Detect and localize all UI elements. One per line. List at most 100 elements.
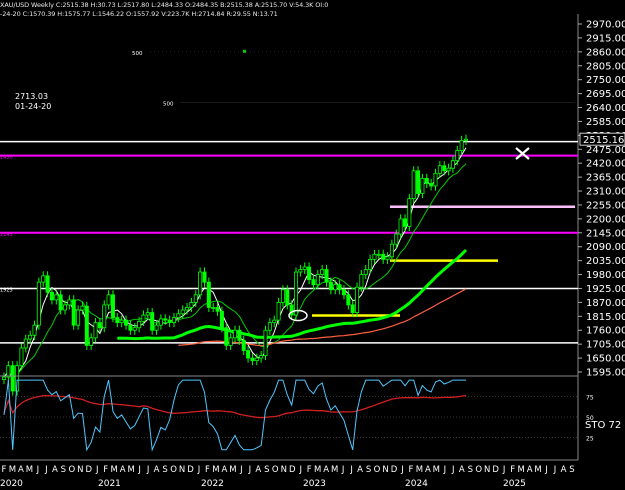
candle-body (324, 269, 329, 283)
candle-body (224, 327, 229, 346)
box-size-label: 500 (163, 101, 174, 107)
price-tick-label: 1815.00 (586, 312, 625, 323)
price-tick-label: 1980.00 (586, 270, 625, 281)
candle-body (141, 314, 146, 322)
time-month-label: F (2, 465, 7, 475)
time-month-label: J (298, 465, 302, 475)
price-tick-label: 2695.00 (586, 89, 625, 100)
candle-body (394, 233, 399, 245)
time-month-label: A (357, 465, 363, 475)
time-month-label: O (272, 465, 279, 475)
time-month-label: M (127, 465, 134, 475)
candle-body (189, 301, 194, 308)
price-tick-label: 2970.00 (586, 20, 625, 31)
price-tick-label: 1925.00 (586, 284, 625, 295)
price-tick-label: 2475.00 (586, 145, 625, 156)
time-month-label: M (212, 465, 219, 475)
candle-body (84, 305, 89, 346)
candle-body (355, 286, 360, 313)
horizontal-level-label: 1925 (0, 287, 13, 293)
candle-body (346, 294, 351, 306)
candle-body (23, 338, 28, 349)
price-tick-label: 2805.00 (586, 61, 625, 72)
candle-body (433, 172, 438, 187)
candle-body (54, 294, 59, 301)
price-tick-label: 2200.00 (586, 214, 625, 225)
candle-body (241, 339, 246, 351)
time-month-label: D (391, 465, 398, 475)
candle-body (132, 327, 137, 331)
candle-body (307, 266, 312, 281)
price-tick-label: 2860.00 (586, 47, 625, 58)
candle-body (381, 253, 386, 260)
candle-body (219, 310, 224, 329)
time-month-label: A (222, 465, 228, 475)
candle-body (459, 140, 464, 151)
candle-body (215, 307, 220, 312)
time-month-label: M (26, 465, 33, 475)
time-month-label: J (341, 465, 345, 475)
candle-body (341, 289, 346, 296)
candle-body (280, 289, 285, 303)
candle-body (350, 304, 355, 313)
candle-body (2, 376, 7, 380)
candle-body (389, 243, 394, 258)
price-tick-label: 2585.00 (586, 117, 625, 128)
time-month-label: O (374, 465, 381, 475)
candle-body (232, 329, 237, 339)
candle-body (110, 294, 115, 318)
horizontal-level-label: 2450 (0, 155, 13, 161)
stochastic-tick-label: 75 (586, 395, 594, 402)
candle-body (442, 165, 447, 172)
candle-body (97, 322, 102, 329)
candle-body (185, 307, 190, 311)
candle-body (402, 218, 407, 227)
price-tick-label: 2035.00 (586, 256, 625, 267)
price-chart[interactable]: 2970.00 2915.00 2860.00 2805.00 2750.00 2695.… (0, 0, 625, 490)
price-tick-label: 2255.00 (586, 200, 625, 211)
candle-body (368, 258, 373, 270)
time-month-label: A (323, 465, 329, 475)
candle-body (276, 301, 281, 321)
time-month-label: A (255, 465, 261, 475)
candle-body (450, 160, 455, 169)
time-month-label: O (475, 465, 482, 475)
candle-body (115, 317, 120, 324)
price-tick-label: 2090.00 (586, 242, 625, 253)
candle-body (267, 322, 272, 331)
time-month-label: J (248, 465, 252, 475)
time-month-label: F (103, 465, 108, 475)
time-month-label: S (366, 465, 371, 475)
time-month-label: S (569, 465, 574, 475)
candle-body (167, 319, 172, 324)
stochastic-label: STO 72 (585, 420, 621, 431)
candle-body (211, 307, 216, 309)
annotation-x-mark (515, 147, 530, 160)
time-month-label: A (561, 465, 567, 475)
time-month-label: M (111, 465, 118, 475)
price-tick-label: 2310.00 (586, 187, 625, 198)
last-price-label: 2515.16 (583, 135, 624, 146)
candle-body (294, 271, 299, 316)
candle-body (180, 309, 185, 315)
price-tick-label: 1760.00 (586, 326, 625, 337)
candle-body (416, 170, 421, 194)
price-tick-label: 2640.00 (586, 103, 625, 114)
candle-body (359, 274, 364, 288)
candle-body (198, 271, 203, 296)
stochastic-main-line (3, 379, 466, 452)
candle-body (202, 271, 207, 283)
time-month-label: F (510, 465, 515, 475)
time-month-label: A (459, 465, 465, 475)
candle-body (71, 299, 76, 326)
time-year-label: 2022 (201, 479, 224, 489)
candle-body (206, 281, 211, 308)
candle-body (385, 256, 390, 260)
time-month-label: M (416, 465, 423, 475)
time-month-label: M (9, 465, 16, 475)
time-month-label: A (120, 465, 126, 475)
candle-body (106, 294, 111, 306)
time-year-label: 2025 (503, 479, 526, 489)
candle-body (254, 357, 259, 362)
candle-body (137, 320, 142, 329)
